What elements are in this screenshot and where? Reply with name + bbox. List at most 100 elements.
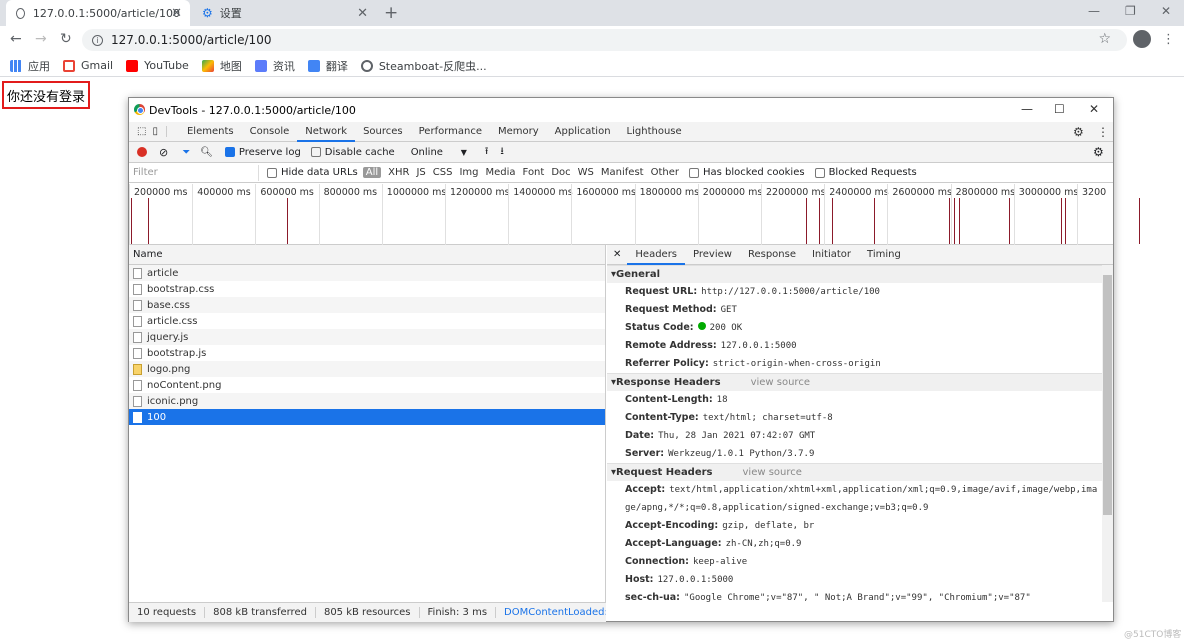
clear-icon[interactable]: ⊘ xyxy=(159,146,168,159)
info-icon[interactable]: i xyxy=(92,34,103,46)
has-blocked-cookies-checkbox[interactable] xyxy=(689,167,699,178)
filter-type-js[interactable]: JS xyxy=(416,167,425,178)
header-value: Thu, 28 Jan 2021 07:42:07 GMT xyxy=(658,431,816,441)
bookmark-gmail[interactable]: Gmail xyxy=(63,59,113,72)
request-row[interactable]: bootstrap.css xyxy=(129,281,605,297)
tab-headers[interactable]: Headers xyxy=(627,245,686,265)
star-icon[interactable]: ☆ xyxy=(1098,31,1111,47)
close-icon[interactable]: ✕ xyxy=(357,6,368,21)
chevron-down-icon[interactable]: ▼ xyxy=(461,148,467,157)
filter-type-css[interactable]: CSS xyxy=(433,167,453,178)
request-row[interactable]: iconic.png xyxy=(129,393,605,409)
maximize-icon[interactable]: ☐ xyxy=(1054,102,1065,116)
tab-application[interactable]: Application xyxy=(547,122,619,142)
hide-data-urls-checkbox[interactable] xyxy=(267,167,277,178)
forward-arrow-icon[interactable]: → xyxy=(35,31,47,47)
minimize-icon[interactable]: — xyxy=(1088,4,1100,18)
tab-console[interactable]: Console xyxy=(242,122,298,142)
request-row[interactable]: article.css xyxy=(129,313,605,329)
tab-memory[interactable]: Memory xyxy=(490,122,547,142)
close-window-icon[interactable]: ✕ xyxy=(1161,4,1171,18)
bookmark-label: Gmail xyxy=(81,59,114,72)
tab-preview[interactable]: Preview xyxy=(685,245,740,265)
hide-data-urls-label: Hide data URLs xyxy=(281,167,358,178)
reload-icon[interactable]: ↻ xyxy=(60,31,72,47)
scrollbar[interactable] xyxy=(1102,265,1113,602)
settings-gear-icon[interactable]: ⚙ xyxy=(1073,125,1084,139)
filter-type-doc[interactable]: Doc xyxy=(551,167,570,178)
tab-elements[interactable]: Elements xyxy=(179,122,242,142)
profile-avatar-icon[interactable] xyxy=(1133,30,1151,48)
scrollbar-thumb[interactable] xyxy=(1103,275,1112,515)
close-icon[interactable]: ✕ xyxy=(171,6,182,21)
request-headers-section-header[interactable]: ▾ Request Headers view source xyxy=(607,463,1102,481)
bookmark-youtube[interactable]: YouTube xyxy=(126,59,189,72)
minimize-icon[interactable]: — xyxy=(1021,102,1033,116)
preserve-log-checkbox[interactable] xyxy=(224,147,235,157)
bookmark-translate[interactable]: 翻译 xyxy=(307,58,348,74)
request-row[interactable]: base.css xyxy=(129,297,605,313)
upload-icon[interactable]: ⭱ xyxy=(485,144,489,161)
view-source-link[interactable]: view source xyxy=(751,377,810,388)
network-status-bar: 10 requests 808 kB transferred 805 kB reso… xyxy=(129,602,606,622)
timeline-tick-label: 1600000 ms xyxy=(571,184,636,245)
search-icon[interactable]: 🔍︎ xyxy=(200,147,213,158)
tab-network[interactable]: Network xyxy=(297,122,356,142)
globe-icon xyxy=(16,7,25,19)
inspect-element-icon[interactable]: ⬚ xyxy=(137,126,146,137)
tab-timing[interactable]: Timing xyxy=(859,245,909,265)
request-row[interactable]: jquery.js xyxy=(129,329,605,345)
name-column-header[interactable]: Name xyxy=(129,245,605,265)
network-overview-timeline[interactable]: 200000 ms 400000 ms 600000 ms 800000 ms 1000… xyxy=(129,184,1140,245)
tab-sources[interactable]: Sources xyxy=(355,122,411,142)
tab-response[interactable]: Response xyxy=(740,245,804,265)
bookmark-steamboat[interactable]: Steamboat-反爬虫... xyxy=(360,58,487,74)
bookmark-maps[interactable]: 地图 xyxy=(201,58,242,74)
back-arrow-icon[interactable]: ← xyxy=(10,31,22,47)
menu-kebab-icon[interactable]: ⋮ xyxy=(1162,32,1175,47)
download-icon[interactable]: ⭳ xyxy=(500,144,504,161)
bookmark-news[interactable]: 资讯 xyxy=(254,58,295,74)
filter-type-all[interactable]: All xyxy=(362,167,382,178)
filter-type-media[interactable]: Media xyxy=(486,167,516,178)
browser-tab-settings[interactable]: ⚙ 设置 ✕ xyxy=(192,0,376,26)
bookmark-apps[interactable]: 应用 xyxy=(10,58,50,74)
throttle-select[interactable]: Online xyxy=(411,147,461,158)
device-toolbar-icon[interactable]: ▯ xyxy=(152,126,167,137)
filter-funnel-icon[interactable]: ⏷ xyxy=(182,147,190,158)
new-tab-plus-icon[interactable]: + xyxy=(384,3,398,23)
network-settings-gear-icon[interactable]: ⚙ xyxy=(1093,145,1104,159)
filter-type-xhr[interactable]: XHR xyxy=(388,167,409,178)
filter-type-font[interactable]: Font xyxy=(523,167,545,178)
document-file-icon xyxy=(133,267,142,279)
record-icon[interactable] xyxy=(137,147,147,157)
close-detail-icon[interactable]: ✕ xyxy=(607,249,627,260)
view-source-link[interactable]: view source xyxy=(743,467,802,478)
request-name: bootstrap.css xyxy=(147,283,215,295)
timeline-request-mark xyxy=(819,198,820,244)
filter-type-img[interactable]: Img xyxy=(459,167,478,178)
filter-type-ws[interactable]: WS xyxy=(578,167,594,178)
blocked-requests-checkbox[interactable] xyxy=(814,167,825,178)
close-window-icon[interactable]: ✕ xyxy=(1089,102,1099,116)
filter-type-other[interactable]: Other xyxy=(651,167,679,178)
header-row: Server: Werkzeug/1.0.1 Python/3.7.9 xyxy=(607,445,1102,463)
tab-performance[interactable]: Performance xyxy=(411,122,490,142)
restore-icon[interactable]: ❐ xyxy=(1125,4,1136,18)
filter-type-manifest[interactable]: Manifest xyxy=(601,167,644,178)
more-options-icon[interactable]: ⋮ xyxy=(1097,125,1109,139)
request-row[interactable]: 100 xyxy=(129,409,605,425)
tab-lighthouse[interactable]: Lighthouse xyxy=(619,122,690,142)
general-section-header[interactable]: ▾ General xyxy=(607,265,1102,283)
browser-tab-active[interactable]: 127.0.0.1:5000/article/100 ✕ xyxy=(6,0,190,26)
address-bar[interactable]: i 127.0.0.1:5000/article/100 ☆ xyxy=(82,29,1127,51)
tab-initiator[interactable]: Initiator xyxy=(804,245,859,265)
request-row[interactable]: bootstrap.js xyxy=(129,345,605,361)
filter-input[interactable]: Filter xyxy=(129,164,259,181)
request-row[interactable]: article xyxy=(129,265,605,281)
request-row[interactable]: noContent.png xyxy=(129,377,605,393)
section-title: General xyxy=(616,269,661,280)
response-headers-section-header[interactable]: ▾ Response Headers view source xyxy=(607,373,1102,391)
disable-cache-checkbox[interactable] xyxy=(310,147,321,157)
request-row[interactable]: logo.png xyxy=(129,361,605,377)
